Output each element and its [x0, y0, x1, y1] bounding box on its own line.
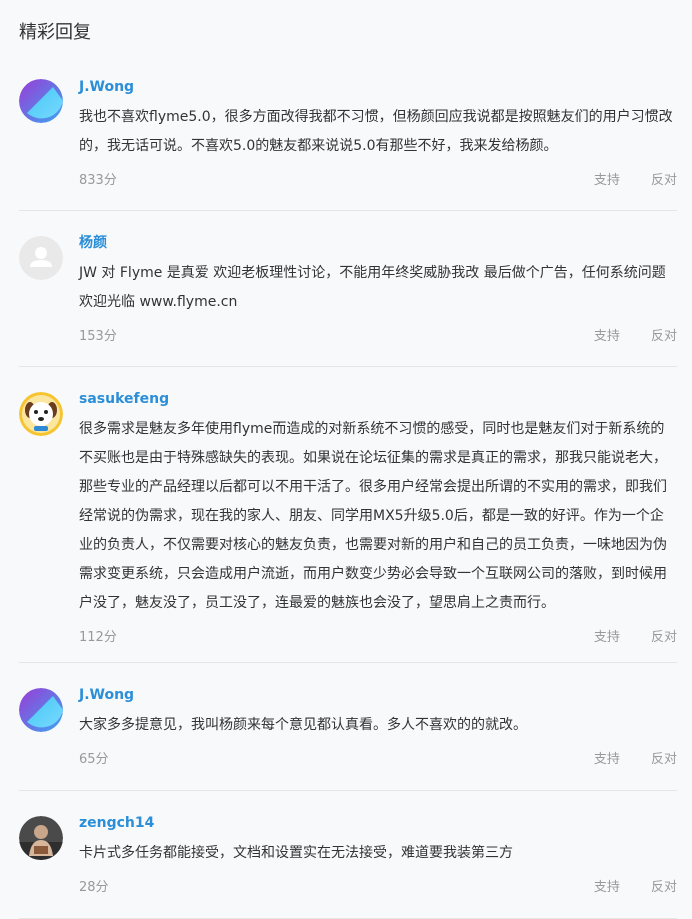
score: 833分 [79, 173, 117, 188]
score: 153分 [79, 329, 117, 344]
comment-item: J.Wong 大家多多提意见，我叫杨颜来每个意见都认真看。多人不喜欢的的就改。 … [19, 663, 677, 791]
flyme-logo-icon[interactable] [19, 79, 63, 123]
support-button[interactable]: 支持 [594, 327, 620, 347]
score: 28分 [79, 880, 109, 895]
score: 65分 [79, 752, 109, 767]
oppose-button[interactable]: 反对 [651, 878, 677, 898]
flyme-logo-icon[interactable] [19, 688, 63, 732]
comment-item: J.Wong 我也不喜欢flyme5.0，很多方面改得我都不习惯，但杨颜回应我说… [19, 66, 677, 211]
username[interactable]: zengch14 [79, 812, 677, 834]
comment-item: sasukefeng 很多需求是魅友多年使用flyme而造成的对新系统不习惯的感… [19, 367, 677, 663]
comments-page: 精彩回复 J.Wong 我也不喜欢flyme5.0，很多方面改得我都不习惯，但杨… [0, 0, 692, 919]
comment-text: 很多需求是魅友多年使用flyme而造成的对新系统不习惯的感受，同时也是魅友们对于… [79, 421, 667, 611]
support-button[interactable]: 支持 [594, 878, 620, 898]
comment-text: 大家多多提意见，我叫杨颜来每个意见都认真看。多人不喜欢的的就改。 [79, 717, 527, 733]
score: 112分 [79, 630, 117, 645]
comment-text: 我也不喜欢flyme5.0，很多方面改得我都不习惯，但杨颜回应我说都是按照魅友们… [79, 109, 673, 154]
oppose-button[interactable]: 反对 [651, 171, 677, 191]
support-button[interactable]: 支持 [594, 628, 620, 648]
default-user-icon[interactable] [19, 236, 63, 280]
oppose-button[interactable]: 反对 [651, 628, 677, 648]
support-button[interactable]: 支持 [594, 171, 620, 191]
oppose-button[interactable]: 反对 [651, 327, 677, 347]
username[interactable]: 杨颜 [79, 232, 677, 254]
support-button[interactable]: 支持 [594, 750, 620, 770]
username[interactable]: J.Wong [79, 684, 677, 706]
photo-avatar-icon[interactable] [19, 816, 63, 860]
username[interactable]: sasukefeng [79, 388, 677, 410]
comment-text: JW 对 Flyme 是真爱 欢迎老板理性讨论，不能用年终奖威胁我改 最后做个广… [79, 265, 666, 310]
username[interactable]: J.Wong [79, 76, 677, 98]
comment-text: 卡片式多任务都能接受，文档和设置实在无法接受，难道要我装第三方 [79, 845, 513, 861]
oppose-button[interactable]: 反对 [651, 750, 677, 770]
section-title: 精彩回复 [19, 22, 91, 43]
comment-item: 杨颜 JW 对 Flyme 是真爱 欢迎老板理性讨论，不能用年终奖威胁我改 最后… [19, 211, 677, 367]
dog-face-icon[interactable] [19, 392, 63, 436]
comment-item: zengch14 卡片式多任务都能接受，文档和设置实在无法接受，难道要我装第三方… [19, 791, 677, 919]
